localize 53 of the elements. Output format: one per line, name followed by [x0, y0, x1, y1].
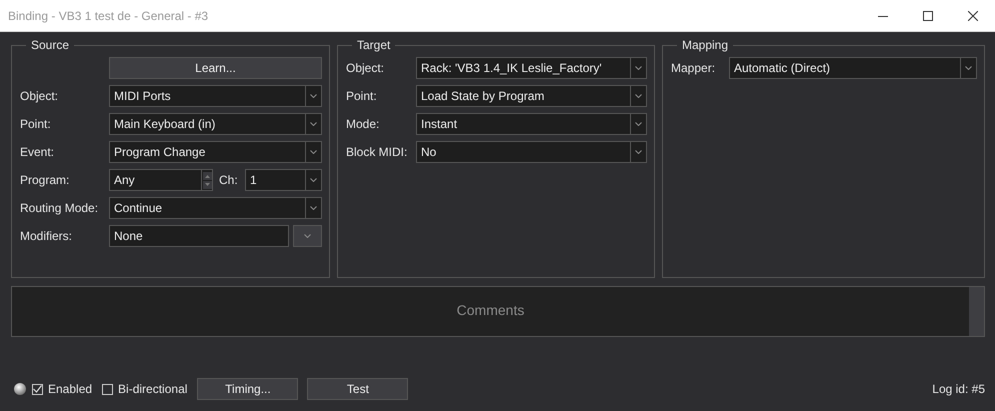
- field-label: Mode:: [346, 117, 380, 131]
- maximize-icon: [922, 10, 932, 20]
- spin-arrows-icon: [202, 172, 212, 188]
- dropdown[interactable]: Instant: [416, 113, 647, 135]
- dropdown[interactable]: Program Change: [109, 141, 322, 163]
- chevron-icon: [965, 66, 972, 70]
- field-label: Program:: [20, 173, 70, 187]
- group-title: Mapping: [681, 38, 730, 52]
- field-label: Event:: [20, 145, 56, 159]
- dropdown[interactable]: Automatic (Direct): [729, 57, 977, 79]
- chevron-icon: [635, 150, 642, 154]
- field-label: Mapper:: [671, 61, 716, 75]
- dropdown[interactable]: MIDI Ports: [109, 85, 322, 107]
- log-id-label: Log id: #5: [932, 382, 985, 396]
- dropdown[interactable]: Main Keyboard (in): [109, 113, 322, 135]
- field-label: Routing Mode:: [20, 201, 100, 215]
- window-title: Binding - VB3 1 test de - General - #3: [7, 8, 208, 22]
- group-title: Target: [356, 38, 392, 52]
- spin-field[interactable]: Any: [109, 169, 213, 191]
- checkbox-label: Enabled: [48, 382, 92, 396]
- dropdown[interactable]: 1: [245, 169, 322, 191]
- field-label: Block MIDI:: [346, 145, 408, 159]
- learn-button[interactable]: Learn...: [109, 57, 322, 79]
- chevron-icon: [310, 122, 317, 126]
- chevron-icon: [304, 234, 311, 238]
- checkbox[interactable]: [32, 384, 43, 394]
- chevron-icon: [310, 206, 317, 210]
- close-icon: [968, 10, 978, 20]
- chevron-icon: [635, 66, 642, 70]
- field-label: Point:: [346, 89, 378, 103]
- group-title: Source: [30, 38, 70, 52]
- checkbox[interactable]: [102, 384, 114, 394]
- dropdown[interactable]: Load State by Program: [416, 85, 647, 107]
- dropdown[interactable]: Rack: 'VB3 1.4_IK Leslie_Factory': [416, 57, 647, 79]
- dropdown-button[interactable]: [293, 225, 322, 247]
- text-field[interactable]: None: [109, 225, 289, 247]
- field-label: Object:: [346, 61, 386, 75]
- chevron-icon: [635, 122, 642, 126]
- chevron-icon: [635, 94, 642, 98]
- checkbox-label: Bi-directional: [118, 382, 188, 396]
- field-label: Modifiers:: [20, 229, 74, 243]
- dropdown[interactable]: Continue: [109, 197, 322, 219]
- chevron-icon: [310, 94, 317, 98]
- chevron-icon: [310, 178, 317, 182]
- footer-button[interactable]: Timing...: [197, 378, 298, 400]
- chevron-icon: [310, 150, 317, 154]
- field-label: Point:: [20, 117, 52, 131]
- dropdown[interactable]: No: [416, 141, 647, 163]
- status-light-icon: [14, 383, 26, 395]
- footer-button[interactable]: Test: [307, 378, 408, 400]
- check-icon: [33, 385, 42, 393]
- field-label: Ch:: [218, 173, 239, 187]
- field-label: Object:: [20, 89, 60, 103]
